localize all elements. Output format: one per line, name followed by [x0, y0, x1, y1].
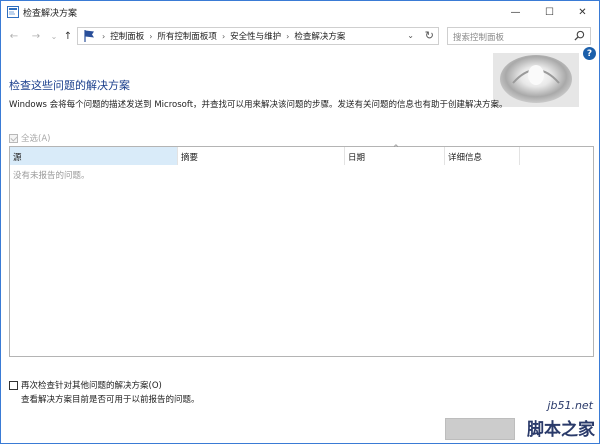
- recent-locations-chevron-icon[interactable]: ⌄: [47, 28, 61, 44]
- watermark: jb51.net 脚本之家: [501, 399, 599, 443]
- refresh-icon[interactable]: ↻: [425, 29, 434, 42]
- forward-arrow-icon[interactable]: →: [29, 28, 43, 44]
- recheck-checkbox[interactable]: [9, 380, 18, 390]
- up-arrow-icon[interactable]: ↑: [61, 28, 75, 44]
- recheck-description: 查看解决方案目前是否可用于以前报告的问题。: [21, 395, 200, 405]
- breadcrumb-security-maintenance[interactable]: 安全性与维护: [230, 30, 281, 42]
- page-title: 检查这些问题的解决方案: [9, 79, 130, 92]
- breadcrumb-separator-icon: ›: [221, 31, 226, 41]
- watermark-text: 脚本之家: [527, 420, 595, 440]
- select-all-checkbox: 全选(A): [9, 132, 50, 144]
- maximize-button[interactable]: ☐: [533, 1, 566, 23]
- page-description: Windows 会将每个问题的描述发送到 Microsoft，并查找可以用来解决…: [9, 100, 508, 110]
- breadcrumb-separator-icon: ›: [286, 31, 290, 41]
- back-arrow-icon[interactable]: ←: [7, 28, 21, 44]
- recheck-option[interactable]: 再次检查针对其他问题的解决方案(O): [9, 379, 162, 391]
- search-input[interactable]: 搜索控制面板: [447, 27, 591, 45]
- column-header-details[interactable]: 详细信息: [445, 147, 520, 165]
- breadcrumb-separator-icon: ›: [102, 31, 106, 41]
- recheck-label[interactable]: 再次检查针对其他问题的解决方案(O): [21, 379, 162, 391]
- empty-list-message: 没有未报告的问题。: [13, 171, 90, 181]
- security-flag-icon: [84, 30, 94, 42]
- window: 检查解决方案 — ☐ ✕ ← → ⌄ ↑ › 控制面板 › 所有控制面板项 › …: [0, 0, 600, 444]
- select-all-checkbox-box: [9, 133, 18, 143]
- window-icon: [7, 6, 19, 18]
- title-bar: 检查解决方案 — ☐ ✕: [1, 1, 599, 23]
- column-header-summary[interactable]: 摘要: [178, 147, 345, 165]
- column-header-source[interactable]: 源: [10, 147, 178, 165]
- minimize-button[interactable]: —: [499, 1, 532, 23]
- select-all-label: 全选(A): [21, 134, 51, 144]
- breadcrumb-separator-icon: ›: [149, 31, 153, 41]
- breadcrumb-check-solutions[interactable]: 检查解决方案: [294, 30, 345, 42]
- problems-list[interactable]: 源 摘要 日期 详细信息 ^ 没有未报告的问题。: [9, 144, 594, 357]
- search-placeholder: 搜索控制面板: [453, 33, 505, 43]
- breadcrumb-control-panel[interactable]: 控制面板: [110, 30, 144, 42]
- help-icon[interactable]: ?: [583, 47, 596, 60]
- address-dropdown-icon[interactable]: ⌄: [407, 31, 414, 40]
- navigation-bar: ← → ⌄ ↑ › 控制面板 › 所有控制面板项 › 安全性与维护 › 检查解决…: [1, 25, 599, 47]
- close-button[interactable]: ✕: [566, 1, 599, 23]
- watermark-url: jb51.net: [547, 399, 593, 412]
- window-title: 检查解决方案: [23, 9, 78, 19]
- address-bar[interactable]: › 控制面板 › 所有控制面板项 › 安全性与维护 › 检查解决方案 ⌄ ↻: [77, 27, 439, 45]
- breadcrumb-all-items[interactable]: 所有控制面板项: [157, 30, 217, 42]
- list-header: 源 摘要 日期 详细信息 ^: [10, 144, 593, 165]
- search-icon[interactable]: [574, 30, 585, 41]
- sort-arrow-icon: ^: [393, 144, 399, 152]
